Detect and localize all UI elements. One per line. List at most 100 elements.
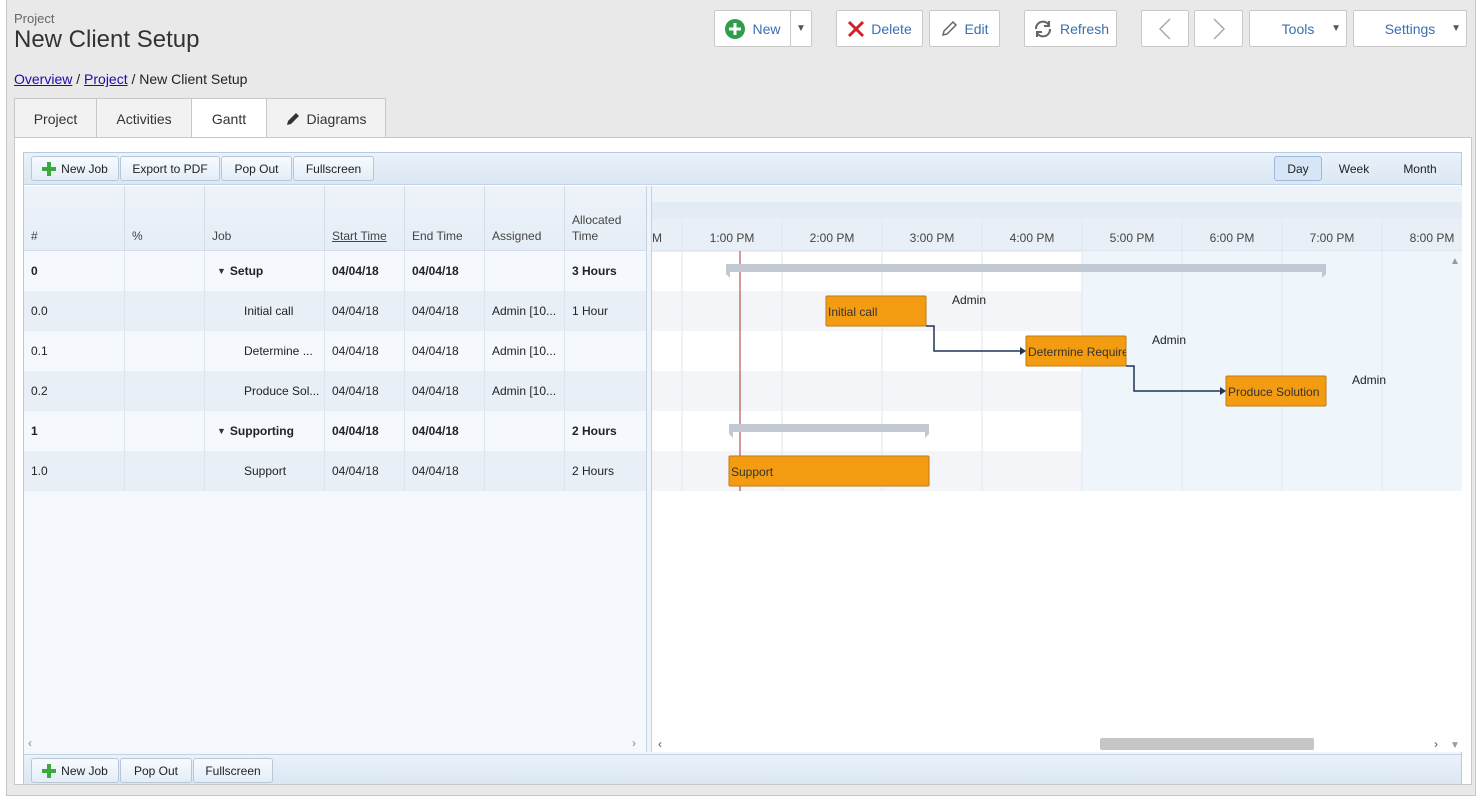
pop-out-button[interactable]: Pop Out xyxy=(221,156,292,181)
cell-text: Admin [10... xyxy=(492,384,557,398)
expand-toggle-icon[interactable]: ▼ xyxy=(217,266,226,276)
tab-activities[interactable]: Activities xyxy=(96,98,192,138)
after-hours-shading xyxy=(1082,251,1462,491)
tab-project[interactable]: Project xyxy=(14,98,97,138)
table-row[interactable]: 0 ▼ Setup 04/04/18 04/04/18 3 Hours xyxy=(24,251,646,291)
settings-label: Settings xyxy=(1384,20,1436,37)
tab-diagrams[interactable]: Diagrams xyxy=(266,98,386,138)
cell-id: 0 xyxy=(24,251,125,291)
scroll-left-icon: ‹ xyxy=(658,737,662,751)
cell-text: Admin [10... xyxy=(492,304,557,318)
resource-label: Admin xyxy=(1352,373,1386,387)
timeline-header-band xyxy=(652,202,1462,218)
cell-job: Determine ... xyxy=(205,331,325,371)
export-pdf-button[interactable]: Export to PDF xyxy=(120,156,220,181)
cell-text: 04/04/18 xyxy=(412,264,459,278)
column-header-start-time[interactable]: Start Time xyxy=(325,186,405,251)
cell-job: ▼ Supporting xyxy=(205,411,325,451)
cell-text: 0.1 xyxy=(31,344,48,358)
view-week-button[interactable]: Week xyxy=(1326,156,1382,181)
next-button[interactable] xyxy=(1194,10,1243,47)
breadcrumb-separator: / xyxy=(127,71,140,87)
cell-pct xyxy=(125,411,205,451)
scroll-up-icon: ▲ xyxy=(1450,256,1460,267)
cell-text: 0.2 xyxy=(31,384,48,398)
cell-text: 04/04/18 xyxy=(412,424,459,438)
cell-text: Setup xyxy=(229,264,264,278)
grid-header: # % Job Start Time End Time Assigned All… xyxy=(24,186,646,251)
scroll-down-icon: ▼ xyxy=(1450,740,1460,751)
breadcrumb-overview-link[interactable]: Overview xyxy=(14,71,72,87)
delete-button[interactable]: Delete xyxy=(836,10,923,47)
footer-pop-out-button[interactable]: Pop Out xyxy=(120,758,192,783)
plus-icon xyxy=(42,763,57,778)
plus-icon xyxy=(42,161,57,176)
chevron-right-icon xyxy=(1212,17,1225,40)
view-day-button[interactable]: Day xyxy=(1274,156,1322,181)
hour-label: 3:00 PM xyxy=(910,231,955,245)
cell-text: 04/04/18 xyxy=(332,464,379,478)
cell-end: 04/04/18 xyxy=(405,291,485,331)
breadcrumb-project-link[interactable]: Project xyxy=(84,71,128,87)
cell-text: 3 Hours xyxy=(572,264,617,278)
tab-bar: Project Activities Gantt Diagrams xyxy=(14,98,386,139)
footer-new-job-label: New Job xyxy=(61,763,108,778)
table-row[interactable]: 1.0 Support 04/04/18 04/04/18 2 Hours xyxy=(24,451,646,491)
plus-circle-icon xyxy=(725,18,746,39)
table-row[interactable]: 1 ▼ Supporting 04/04/18 04/04/18 2 Hours xyxy=(24,411,646,451)
cell-text: Initial call xyxy=(244,304,294,318)
task-bar-label: Support xyxy=(731,465,774,479)
table-row[interactable]: 0.1 Determine ... 04/04/18 04/04/18 Admin [1… xyxy=(24,331,646,371)
fullscreen-button[interactable]: Fullscreen xyxy=(293,156,374,181)
hour-label: M xyxy=(652,231,662,245)
gantt-toolbar: New Job Export to PDF Pop Out Fullscreen… xyxy=(24,153,1461,185)
delete-button-label: Delete xyxy=(871,20,912,37)
footer-fullscreen-button[interactable]: Fullscreen xyxy=(193,758,273,783)
pencil-icon xyxy=(942,20,958,36)
refresh-button-label: Refresh xyxy=(1059,20,1110,37)
view-month-button[interactable]: Month xyxy=(1388,156,1452,181)
footer-new-job-button[interactable]: New Job xyxy=(31,758,119,783)
column-header-allocated-time[interactable]: Allocated Time xyxy=(565,186,646,251)
logo-icon xyxy=(107,0,177,8)
settings-dropdown[interactable]: Settings ▼ xyxy=(1353,10,1467,47)
table-row[interactable]: 0.2 Produce Sol... 04/04/18 04/04/18 Admin [… xyxy=(24,371,646,411)
previous-button[interactable] xyxy=(1141,10,1189,47)
cell-text: 04/04/18 xyxy=(412,464,459,478)
caret-down-icon: ▼ xyxy=(1451,23,1461,34)
cell-text: 0 xyxy=(31,264,38,278)
cell-end: 04/04/18 xyxy=(405,451,485,491)
gantt-widget: New Job Export to PDF Pop Out Fullscreen… xyxy=(23,152,1462,784)
scroll-right-icon[interactable]: › xyxy=(632,736,636,750)
gantt-chart: M 1:00 PM 2:00 PM 3:00 PM 4:00 PM 5:00 PM 6:00… xyxy=(652,186,1462,752)
new-button-label: New xyxy=(752,20,781,37)
hour-label: 2:00 PM xyxy=(810,231,855,245)
cell-text: 1.0 xyxy=(31,464,48,478)
new-button[interactable]: New xyxy=(714,10,791,47)
refresh-icon xyxy=(1034,20,1051,37)
scroll-left-icon[interactable]: ‹ xyxy=(28,736,32,750)
column-header-job[interactable]: Job xyxy=(205,186,325,251)
refresh-button[interactable]: Refresh xyxy=(1024,10,1117,47)
tab-gantt[interactable]: Gantt xyxy=(191,98,267,139)
cell-text: 1 Hour xyxy=(572,304,609,318)
cell-text: Supporting xyxy=(229,424,294,438)
table-row[interactable]: 0.0 Initial call 04/04/18 04/04/18 Admin [10… xyxy=(24,291,646,331)
breadcrumb: Overview / Project / New Client Setup xyxy=(14,71,247,87)
close-icon xyxy=(848,20,865,37)
cell-job: Produce Sol... xyxy=(205,371,325,411)
new-job-button[interactable]: New Job xyxy=(31,156,119,181)
cell-text: 2 Hours xyxy=(572,464,615,478)
column-header-id[interactable]: # xyxy=(24,186,125,251)
new-dropdown-button[interactable]: ▼ xyxy=(790,10,812,47)
cell-assigned xyxy=(485,251,565,291)
column-header-end-time[interactable]: End Time xyxy=(405,186,485,251)
expand-toggle-icon[interactable]: ▼ xyxy=(217,426,226,436)
edit-button[interactable]: Edit xyxy=(929,10,1000,47)
cell-start: 04/04/18 xyxy=(325,371,405,411)
column-header-percent[interactable]: % xyxy=(125,186,205,251)
tools-dropdown[interactable]: Tools ▼ xyxy=(1249,10,1347,47)
column-header-assigned[interactable]: Assigned xyxy=(485,186,565,251)
project-label: Project xyxy=(14,11,55,26)
cell-alloc xyxy=(565,331,646,371)
